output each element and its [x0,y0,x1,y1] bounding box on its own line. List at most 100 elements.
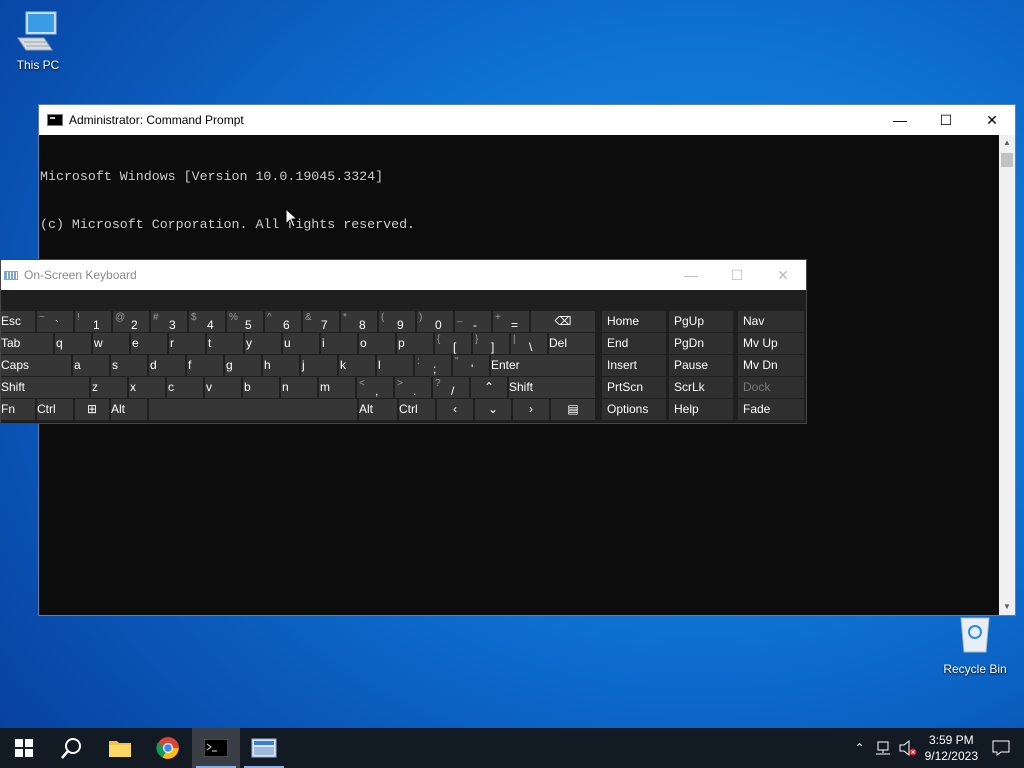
key-fn[interactable]: Fn [1,399,35,420]
key-9[interactable]: (9 [379,311,415,332]
key-enter[interactable]: Enter [491,355,595,376]
maximize-button[interactable]: ☐ [923,105,969,135]
start-button[interactable] [0,728,48,768]
key-arrow-down[interactable]: ⌄ [475,399,511,420]
key-6[interactable]: ^ 6 [265,311,301,332]
key-t[interactable]: t [207,333,243,354]
close-button[interactable]: ✕ [969,105,1015,135]
key-tab[interactable]: Tab [1,333,53,354]
key-key[interactable]: :; [415,355,451,376]
key-backspace[interactable]: ⌫ [531,311,595,332]
key-2[interactable]: @2 [113,311,149,332]
key-q[interactable]: q [55,333,91,354]
key-key[interactable]: _ - [455,311,491,332]
key-alt[interactable]: Alt [111,399,147,420]
cmd-scrollbar[interactable]: ▲ ▼ [999,135,1015,615]
on-screen-keyboard-taskbar-button[interactable] [240,728,288,768]
key-7[interactable]: & 7 [303,311,339,332]
key-arrow-up[interactable]: ⌃ [471,377,507,398]
search-button[interactable] [48,728,96,768]
key-e[interactable]: e [131,333,167,354]
key-alt[interactable]: Alt [359,399,397,420]
key-n[interactable]: n [281,377,317,398]
key-v[interactable]: v [205,377,241,398]
key-4[interactable]: $4 [189,311,225,332]
key-key[interactable]: <, [357,377,393,398]
file-explorer-button[interactable] [96,728,144,768]
key-space[interactable] [149,399,357,420]
minimize-button[interactable]: — [877,105,923,135]
scroll-thumb[interactable] [1001,153,1013,167]
key-del[interactable]: Del [549,333,595,354]
osk-minimize-button[interactable]: — [668,260,714,290]
key-o[interactable]: o [359,333,395,354]
key-key[interactable]: | \ [511,333,547,354]
key-scrlk[interactable]: ScrLk [669,377,733,398]
network-icon[interactable] [875,741,891,755]
key-mv-dn[interactable]: Mv Dn [738,355,804,376]
key-pgup[interactable]: PgUp [669,311,733,332]
key-i[interactable]: i [321,333,357,354]
key-j[interactable]: j [301,355,337,376]
key-x[interactable]: x [129,377,165,398]
key-f[interactable]: f [187,355,223,376]
key-help[interactable]: Help [669,399,733,420]
clock[interactable]: 3:59 PM 9/12/2023 [925,732,978,764]
volume-muted-icon[interactable] [899,740,917,756]
key-pause[interactable]: Pause [669,355,733,376]
key-key[interactable]: " ' [453,355,489,376]
key-c[interactable]: c [167,377,203,398]
key-key[interactable]: }] [473,333,509,354]
cmd-titlebar[interactable]: Administrator: Command Prompt — ☐ ✕ [39,105,1015,135]
key-arrow-left[interactable]: ‹ [437,399,473,420]
key-insert[interactable]: Insert [602,355,666,376]
key-k[interactable]: k [339,355,375,376]
action-center-icon[interactable] [992,740,1010,756]
chrome-button[interactable] [144,728,192,768]
command-prompt-taskbar-button[interactable] [192,728,240,768]
desktop-icon-recycle-bin[interactable]: Recycle Bin [937,612,1013,676]
key-b[interactable]: b [243,377,279,398]
key-end[interactable]: End [602,333,666,354]
key-w[interactable]: w [93,333,129,354]
key-esc[interactable]: Esc [1,311,35,332]
osk-titlebar[interactable]: On-Screen Keyboard — ☐ ✕ [1,260,806,290]
key-menu[interactable]: ▤ [551,399,595,420]
key-u[interactable]: u [283,333,319,354]
key-y[interactable]: y [245,333,281,354]
key-shift[interactable]: Shift [1,377,89,398]
key-r[interactable]: r [169,333,205,354]
key-arrow-right[interactable]: › [513,399,549,420]
key-0[interactable]: ) 0 [417,311,453,332]
key-s[interactable]: s [111,355,147,376]
key-m[interactable]: m [319,377,355,398]
key-p[interactable]: p [397,333,433,354]
key-caps[interactable]: Caps [1,355,71,376]
show-hidden-icons-chevron-icon[interactable]: ⌃ [855,741,865,755]
scroll-down-arrow-icon[interactable]: ▼ [999,599,1015,615]
key-z[interactable]: z [91,377,127,398]
key-options[interactable]: Options [602,399,666,420]
key-key[interactable]: {[ [435,333,471,354]
key-mv-up[interactable]: Mv Up [738,333,804,354]
key-ctrl[interactable]: Ctrl [399,399,435,420]
key-shift[interactable]: Shift [509,377,595,398]
key-key[interactable]: + = [493,311,529,332]
key-home[interactable]: Home [602,311,666,332]
key-key[interactable]: ? / [433,377,469,398]
on-screen-keyboard-window[interactable]: On-Screen Keyboard — ☐ ✕ Esc ~ `! 1 @2 #3 $4% 5… [0,259,807,424]
key-g[interactable]: g [225,355,261,376]
desktop-icon-this-pc[interactable]: This PC [0,8,76,72]
key-a[interactable]: a [73,355,109,376]
key-3[interactable]: #3 [151,311,187,332]
key-d[interactable]: d [149,355,185,376]
key-prtscn[interactable]: PrtScn [602,377,666,398]
key-h[interactable]: h [263,355,299,376]
key-ctrl[interactable]: Ctrl [37,399,73,420]
key-fade[interactable]: Fade [738,399,804,420]
key-key[interactable]: >. [395,377,431,398]
key-key[interactable]: ~ ` [37,311,73,332]
key-windows[interactable]: ⊞ [75,399,109,420]
key-8[interactable]: * 8 [341,311,377,332]
key-nav[interactable]: Nav [738,311,804,332]
